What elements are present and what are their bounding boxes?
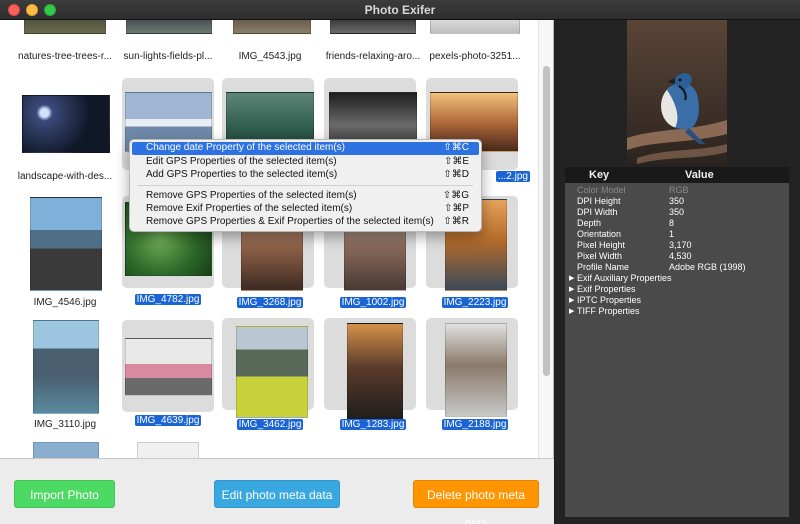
- photo-filename[interactable]: IMG_3268.jpg: [215, 297, 325, 308]
- delete-meta-data-button[interactable]: Delete photo meta data: [413, 480, 539, 524]
- photo-filename[interactable]: IMG_4639.jpg: [113, 415, 223, 426]
- inspector-panel: Key Value Color Model RGB DPI Height 350 D…: [555, 20, 800, 524]
- metadata-row[interactable]: Orientation 1: [565, 229, 789, 240]
- import-photo-button[interactable]: Import Photo: [14, 480, 115, 508]
- photo-thumbnail[interactable]: [33, 442, 99, 458]
- photo-thumbnail[interactable]: [22, 95, 110, 153]
- photo-filename[interactable]: IMG_1283.jpg: [318, 419, 428, 430]
- photo-filename[interactable]: natures-tree-trees-r...: [10, 51, 120, 62]
- value-column-header[interactable]: Value: [685, 169, 714, 181]
- metadata-row[interactable]: Pixel Width 4,530: [565, 251, 789, 262]
- menu-item-change-date[interactable]: Change date Property of the selected ite…: [132, 142, 479, 155]
- window-title: Photo Exifer: [364, 3, 436, 17]
- photo-preview: [627, 20, 727, 164]
- metadata-group-exif[interactable]: ▶ Exif Properties: [565, 284, 789, 295]
- photo-thumbnail[interactable]: [233, 20, 311, 34]
- photo-filename[interactable]: landscape-with-des...: [10, 171, 120, 182]
- metadata-row[interactable]: Profile Name Adobe RGB (1998): [565, 262, 789, 273]
- metadata-row[interactable]: Color Model RGB: [565, 185, 789, 196]
- photo-thumbnail[interactable]: [30, 197, 102, 291]
- photo-filename[interactable]: IMG_3110.jpg: [10, 419, 120, 430]
- photo-thumbnail[interactable]: [430, 20, 520, 34]
- title-bar: Photo Exifer: [0, 0, 800, 20]
- photo-thumbnail[interactable]: [125, 338, 212, 396]
- metadata-group-iptc[interactable]: ▶ IPTC Properties: [565, 295, 789, 306]
- photo-grid: natures-tree-trees-r... sun-lights-field…: [0, 20, 554, 458]
- photo-filename[interactable]: IMG_4782.jpg: [113, 294, 223, 305]
- disclosure-triangle-icon[interactable]: ▶: [569, 296, 574, 304]
- context-menu: Change date Property of the selected ite…: [129, 139, 482, 232]
- action-bar: Import Photo Edit photo meta data Delete…: [0, 458, 554, 524]
- menu-item-remove-gps[interactable]: Remove GPS Properties of the selected it…: [132, 190, 479, 203]
- photo-thumbnail[interactable]: [347, 323, 403, 423]
- metadata-row[interactable]: DPI Height 350: [565, 196, 789, 207]
- photo-thumbnail[interactable]: [236, 326, 308, 418]
- metadata-row[interactable]: Pixel Height 3,170: [565, 240, 789, 251]
- photo-thumbnail[interactable]: [137, 442, 199, 458]
- disclosure-triangle-icon[interactable]: ▶: [569, 285, 574, 293]
- menu-item-remove-exif[interactable]: Remove Exif Properties of the selected i…: [132, 203, 479, 216]
- metadata-group-tiff[interactable]: ▶ TIFF Properties: [565, 306, 789, 317]
- disclosure-triangle-icon[interactable]: ▶: [569, 307, 574, 315]
- metadata-row[interactable]: Depth 8: [565, 218, 789, 229]
- photo-filename[interactable]: IMG_4546.jpg: [10, 297, 120, 308]
- metadata-group-exif-auxiliary[interactable]: ▶ Exif Auxiliary Properties: [565, 273, 789, 284]
- photo-filename[interactable]: IMG_1002.jpg: [318, 297, 428, 308]
- menu-item-edit-gps[interactable]: Edit GPS Properties of the selected item…: [132, 156, 479, 169]
- menu-item-remove-gps-and-exif[interactable]: Remove GPS Properties & Exif Properties …: [132, 216, 479, 229]
- key-column-header[interactable]: Key: [589, 169, 609, 181]
- photo-thumbnail[interactable]: [330, 20, 416, 34]
- menu-item-add-gps[interactable]: Add GPS Properties to the selected item(…: [132, 169, 479, 182]
- photo-filename[interactable]: pexels-photo-3251...: [420, 51, 530, 62]
- edit-meta-data-button[interactable]: Edit photo meta data: [214, 480, 340, 508]
- menu-separator: [138, 185, 473, 186]
- gallery-scrollbar[interactable]: [538, 20, 553, 458]
- scrollbar-thumb[interactable]: [543, 66, 550, 376]
- photo-filename[interactable]: friends-relaxing-aro...: [318, 51, 428, 62]
- photo-thumbnail[interactable]: [33, 320, 99, 414]
- metadata-table: Key Value Color Model RGB DPI Height 350 D…: [565, 167, 789, 517]
- photo-filename[interactable]: IMG_2223.jpg: [420, 297, 530, 308]
- photo-filename[interactable]: IMG_4543.jpg: [215, 51, 325, 62]
- photo-thumbnail[interactable]: [24, 20, 106, 34]
- metadata-row[interactable]: DPI Width 350: [565, 207, 789, 218]
- photo-filename[interactable]: IMG_3462.jpg: [215, 419, 325, 430]
- metadata-header: Key Value: [565, 167, 789, 183]
- photo-filename[interactable]: sun-lights-fields-pl...: [113, 51, 223, 62]
- disclosure-triangle-icon[interactable]: ▶: [569, 274, 574, 282]
- photo-thumbnail[interactable]: [126, 20, 212, 34]
- photo-thumbnail[interactable]: [445, 323, 507, 417]
- photo-filename[interactable]: IMG_2188.jpg: [420, 419, 530, 430]
